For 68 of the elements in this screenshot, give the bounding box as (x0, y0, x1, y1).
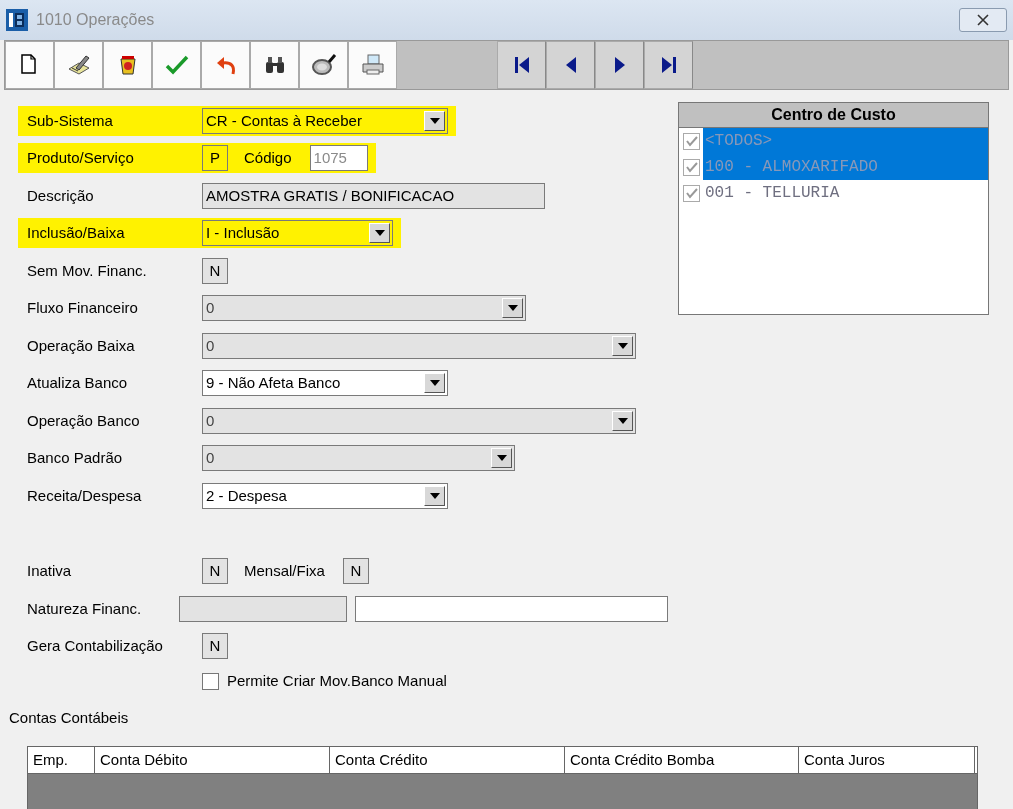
printer-button[interactable] (348, 41, 397, 89)
flag-field[interactable]: N (202, 633, 228, 660)
dropdown[interactable]: 9 - Não Afeta Banco (202, 370, 448, 397)
new-document-button[interactable] (5, 41, 54, 89)
checkbox[interactable] (202, 672, 219, 690)
field-label: Produto/Serviço (18, 143, 202, 174)
close-icon (977, 14, 989, 26)
field-label: Inativa (26, 561, 73, 581)
field-label: Sem Mov. Financ. (26, 260, 148, 281)
printer-icon (359, 52, 386, 78)
checkbox-label: Permite Criar Mov.Banco Manual (227, 670, 447, 691)
binoculars-button[interactable] (250, 41, 299, 89)
column-header: Conta Crédito (330, 746, 565, 773)
flag-field[interactable]: N (342, 558, 369, 585)
last-record-icon (661, 57, 676, 73)
field-label: Natureza Financ. (26, 598, 143, 619)
previous-record-button[interactable] (546, 41, 595, 89)
last-record-button[interactable] (644, 41, 693, 89)
app-logo-icon (6, 9, 28, 31)
window-title: 1010 Operações (36, 10, 155, 30)
close-button[interactable] (959, 8, 1007, 32)
input-field[interactable]: AMOSTRA GRATIS / BONIFICACAO (202, 182, 545, 209)
column-header: Conta Crédito Bomba (565, 746, 799, 773)
flag-field[interactable]: P (202, 145, 228, 172)
input-field[interactable] (179, 595, 347, 622)
edit-button[interactable] (54, 41, 103, 89)
checkbox[interactable] (683, 132, 700, 150)
field-label: Operação Baixa (26, 335, 136, 356)
field-label: Receita/Despesa (26, 485, 143, 506)
bin-button[interactable] (103, 41, 152, 89)
dropdown[interactable]: I - Inclusão (202, 220, 393, 247)
flag-field[interactable]: N (202, 257, 228, 284)
dropdown[interactable]: 0 (202, 407, 636, 434)
column-header: Conta Débito (95, 746, 330, 773)
dropdown[interactable]: 2 - Despesa (202, 482, 448, 509)
magnifier-icon (310, 52, 337, 78)
field-label: Sub-Sistema (18, 105, 202, 136)
check-button[interactable] (152, 41, 201, 89)
field-label: Mensal/Fixa (243, 561, 326, 581)
field-label: Código (243, 148, 293, 168)
undo-button[interactable] (201, 41, 250, 89)
field-label: Inclusão/Baixa (18, 218, 202, 249)
next-record-icon (614, 57, 625, 73)
dropdown[interactable]: CR - Contas à Receber (202, 107, 448, 134)
dropdown[interactable]: 0 (202, 332, 636, 359)
dropdown[interactable]: 0 (202, 295, 526, 322)
column-header: Conta Juros (799, 746, 975, 773)
checkbox[interactable] (683, 158, 700, 176)
column-header: Emp. (28, 746, 95, 773)
field-label: Banco Padrão (26, 448, 124, 468)
magnifier-button[interactable] (299, 41, 348, 89)
field-label: Fluxo Financeiro (26, 298, 139, 318)
checkbox[interactable] (683, 184, 700, 202)
list-item[interactable]: 001 - TELLURIA (703, 180, 988, 206)
first-record-icon (514, 57, 529, 73)
dropdown[interactable]: 0 (202, 445, 515, 472)
field-label: Gera Contabilização (26, 636, 164, 656)
input-field[interactable] (355, 595, 668, 622)
input-field[interactable]: 1075 (309, 145, 368, 172)
field-label: Operação Banco (26, 410, 141, 431)
flag-field[interactable]: N (202, 558, 228, 585)
list-header: Centro de Custo (679, 103, 988, 128)
next-record-button[interactable] (595, 41, 644, 89)
field-label: Atualiza Banco (26, 373, 129, 393)
field-label: Descrição (26, 185, 95, 206)
section-label: Contas Contábeis (8, 708, 130, 728)
first-record-button[interactable] (497, 41, 546, 89)
previous-record-icon (565, 57, 576, 73)
